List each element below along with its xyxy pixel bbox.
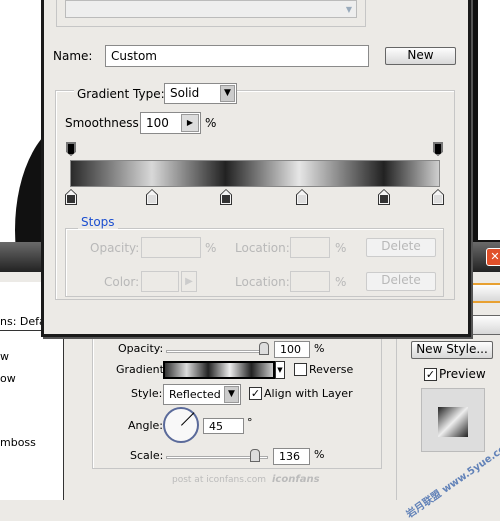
color-stop-swatch: [434, 195, 442, 203]
canvas-white-strip: [478, 0, 500, 240]
stop-location-input-2[interactable]: [290, 271, 330, 292]
chevron-down-icon[interactable]: ▼: [220, 85, 235, 102]
opacity-slider-thumb[interactable]: [259, 342, 269, 355]
align-with-layer-checkbox[interactable]: ✓: [249, 387, 262, 400]
new-button[interactable]: New: [385, 47, 456, 65]
stop-location-label: Location:: [235, 241, 290, 255]
color-stop-swatch: [67, 195, 75, 203]
preview-label: Preview: [439, 367, 486, 381]
scale-label: Scale:: [130, 449, 164, 462]
scale-input[interactable]: 136: [273, 448, 310, 465]
angle-input[interactable]: 45: [203, 418, 244, 434]
smoothness-unit: %: [205, 116, 217, 130]
presets-box: ▼: [56, 0, 366, 27]
angle-dial-needle: [181, 412, 195, 426]
presets-list[interactable]: [65, 0, 357, 18]
style-item[interactable]: w: [0, 350, 9, 363]
preview-checkbox[interactable]: ✓: [424, 368, 437, 381]
smoothness-label: Smoothness:: [65, 116, 143, 130]
preview-swatch: [438, 407, 468, 437]
close-button[interactable]: ✕: [486, 248, 500, 266]
gradient-type-label: Gradient Type:: [74, 87, 168, 101]
chevron-down-icon[interactable]: ▼: [343, 5, 355, 16]
angle-label: Angle:: [128, 419, 164, 432]
style-label: Style:: [131, 387, 163, 400]
stops-group-label: Stops: [78, 215, 118, 229]
gradient-dropdown-button[interactable]: ▼: [275, 361, 285, 379]
scale-slider-thumb[interactable]: [250, 449, 260, 462]
align-with-layer-label: Align with Layer: [264, 387, 353, 400]
reverse-label: Reverse: [309, 363, 354, 376]
gradient-label: Gradient:: [116, 363, 168, 376]
color-stop-swatch: [148, 195, 156, 203]
angle-unit: °: [247, 416, 253, 429]
smoothness-slider-button[interactable]: ▶: [181, 114, 199, 132]
delete-color-stop-button[interactable]: Delete: [366, 272, 436, 291]
stop-color-swatch[interactable]: [141, 271, 179, 292]
style-item[interactable]: ow: [0, 372, 16, 385]
color-stop-swatch: [298, 195, 306, 203]
name-label: Name:: [53, 49, 93, 63]
footer-text: post at iconfans.com: [172, 475, 267, 485]
right-column-divider: [396, 330, 397, 500]
footer-logo: iconfans: [272, 474, 320, 485]
opacity-slider[interactable]: [166, 350, 268, 353]
stop-location-unit-2: %: [335, 275, 347, 289]
stop-color-menu-button[interactable]: ▶: [181, 271, 197, 292]
opacity-label: Opacity:: [118, 342, 164, 355]
name-input[interactable]: Custom: [105, 45, 369, 67]
chevron-down-icon[interactable]: ▼: [224, 386, 239, 403]
stop-opacity-label: Opacity:: [90, 241, 140, 255]
new-style-button[interactable]: New Style...: [411, 341, 493, 359]
color-stop-swatch: [380, 195, 388, 203]
stop-location-input[interactable]: [290, 237, 330, 258]
opacity-input[interactable]: 100: [274, 341, 310, 358]
delete-opacity-stop-button[interactable]: Delete: [366, 238, 436, 257]
stop-opacity-input[interactable]: [141, 237, 201, 258]
reverse-checkbox[interactable]: [294, 363, 307, 376]
style-preview-thumbnail: [421, 388, 485, 452]
stop-opacity-unit: %: [205, 241, 217, 255]
ok-button[interactable]: [468, 283, 500, 303]
gradient-swatch[interactable]: [163, 361, 275, 379]
stop-location-label-2: Location:: [235, 275, 290, 289]
angle-dial[interactable]: [163, 407, 199, 443]
style-item[interactable]: mboss: [0, 436, 36, 449]
stop-color-label: Color:: [104, 275, 140, 289]
color-stop-swatch: [222, 195, 230, 203]
stop-location-unit: %: [335, 241, 347, 255]
scale-unit: %: [314, 448, 325, 461]
gradient-bar[interactable]: [70, 160, 440, 187]
opacity-unit: %: [314, 342, 325, 355]
cancel-button[interactable]: [468, 315, 500, 335]
